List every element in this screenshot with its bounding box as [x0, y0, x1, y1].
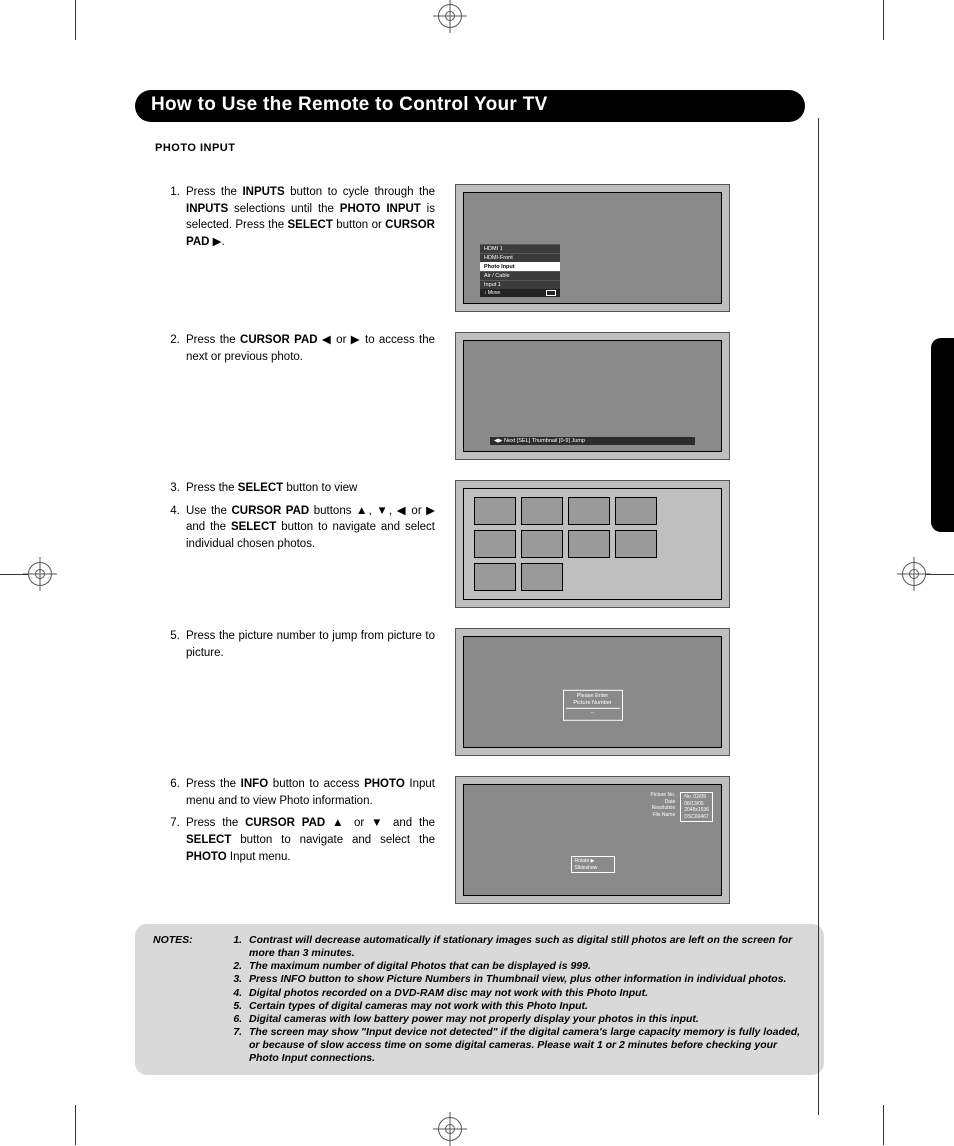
- menu-item-selected: Photo Input: [480, 262, 560, 271]
- menu-option: Slideshow: [575, 865, 611, 872]
- triangle-right-icon: ▶: [213, 234, 222, 251]
- box-icon: [546, 290, 556, 296]
- thumbnail: [474, 497, 516, 525]
- dialog-value: --: [566, 708, 620, 717]
- menu-item: HDMI 1: [480, 244, 560, 253]
- text-bold: INPUTS: [242, 186, 284, 198]
- text: button to cycle through the: [285, 186, 435, 198]
- menu-item: Air / Cable: [480, 271, 560, 280]
- note-item: Digital photos recorded on a DVD-RAM dis…: [245, 987, 806, 1000]
- text-bold: PHOTO: [364, 778, 405, 790]
- notes-label: NOTES:: [153, 934, 225, 1065]
- info-label: File Name: [651, 812, 676, 819]
- edge-tab: [931, 338, 954, 532]
- notes-box: NOTES: Contrast will decrease automatica…: [135, 924, 824, 1075]
- thumbnail: [474, 530, 516, 558]
- step-1: Press the INPUTS button to cycle through…: [183, 184, 435, 251]
- thumbnail: [615, 497, 657, 525]
- section-heading: PHOTO INPUT: [155, 142, 884, 154]
- page-title: How to Use the Remote to Control Your TV: [135, 90, 805, 122]
- crop-mark: [0, 574, 28, 575]
- info-label: Picture No.: [651, 792, 676, 799]
- text-bold: INFO: [241, 778, 268, 790]
- crop-mark: [926, 574, 954, 575]
- text: ▲ or ▼ and the: [325, 817, 435, 829]
- text: Press the: [186, 778, 241, 790]
- step-2: Press the CURSOR PAD ◀ or ▶ to access th…: [183, 332, 435, 365]
- thumbnail-grid: [474, 497, 684, 591]
- text-bold: CURSOR PAD: [240, 334, 318, 346]
- step-5: Press the picture number to jump from pi…: [183, 628, 435, 661]
- text: selections until the: [228, 203, 340, 215]
- note-item: Certain types of digital cameras may not…: [245, 1000, 806, 1013]
- thumbnail: [568, 497, 610, 525]
- registration-mark-icon: [28, 562, 52, 586]
- nav-hint-text: ◀▶ Next [SEL] Thumbnail [0-9] Jump: [494, 438, 585, 444]
- thumbnail: [615, 530, 657, 558]
- text: Press the: [186, 334, 240, 346]
- nav-hint-bar: ◀▶ Next [SEL] Thumbnail [0-9] Jump: [490, 437, 695, 445]
- step-4: Use the CURSOR PAD buttons ▲, ▼, ◀ or ▶ …: [183, 503, 435, 553]
- note-item: Press INFO button to show Picture Number…: [245, 973, 806, 986]
- note-item: The maximum number of digital Photos tha…: [245, 960, 806, 973]
- dialog-text: Please Enter: [566, 693, 620, 700]
- step-6: Press the INFO button to access PHOTO In…: [183, 776, 435, 809]
- text-bold: SELECT: [231, 521, 276, 533]
- registration-mark-icon: [902, 562, 926, 586]
- info-value: No. 02/09: [684, 794, 709, 801]
- text-bold: PHOTO: [186, 851, 227, 863]
- thumbnail: [521, 497, 563, 525]
- note-item: Digital cameras with low battery power m…: [245, 1013, 806, 1026]
- tv-screen-info: Picture No. Date Resolution File Name No…: [455, 776, 730, 904]
- text: .: [222, 236, 225, 248]
- text: Press the: [186, 482, 238, 494]
- picture-number-dialog: Please Enter Picture Number --: [563, 690, 623, 720]
- photo-menu: Rotate ▶ Slideshow: [571, 856, 615, 873]
- text: Use the: [186, 505, 231, 517]
- thumbnail: [521, 563, 563, 591]
- tv-screen-picture-number: Please Enter Picture Number --: [455, 628, 730, 756]
- text-bold: SELECT: [288, 219, 333, 231]
- note-item: The screen may show "Input device not de…: [245, 1026, 806, 1065]
- photo-info-block: Picture No. Date Resolution File Name No…: [651, 792, 713, 822]
- menu-item: HDMI-Front: [480, 253, 560, 262]
- menu-item: Input 1: [480, 280, 560, 289]
- thumbnail: [474, 563, 516, 591]
- tv-screen-input-menu: HDMI 1 HDMI-Front Photo Input Air / Cabl…: [455, 184, 730, 312]
- note-item: Contrast will decrease automatically if …: [245, 934, 806, 960]
- step-7: Press the CURSOR PAD ▲ or ▼ and the SELE…: [183, 815, 435, 865]
- input-menu: HDMI 1 HDMI-Front Photo Input Air / Cabl…: [480, 244, 560, 297]
- tv-screen-thumbnails: [455, 480, 730, 608]
- tv-screen-photo-view: ◀▶ Next [SEL] Thumbnail [0-9] Jump: [455, 332, 730, 460]
- text-bold: SELECT: [186, 834, 231, 846]
- text: button to navigate and select the: [231, 834, 435, 846]
- text: button or: [333, 219, 385, 231]
- text: button to access: [268, 778, 364, 790]
- text-bold: CURSOR PAD: [245, 817, 325, 829]
- info-value: 2048x1536: [684, 807, 709, 814]
- menu-hint: ↕ Move: [484, 290, 500, 296]
- text: Press the: [186, 186, 242, 198]
- step-3: Press the SELECT button to view: [183, 480, 435, 497]
- menu-footer: ↕ Move: [480, 289, 560, 297]
- text-bold: PHOTO INPUT: [340, 203, 421, 215]
- thumbnail: [521, 530, 563, 558]
- text: Press the: [186, 817, 245, 829]
- text-bold: SELECT: [238, 482, 283, 494]
- info-label: Resolution: [651, 805, 676, 812]
- dialog-text: Picture Number: [566, 700, 620, 707]
- info-value: DSC00467: [684, 814, 709, 821]
- text-bold: INPUTS: [186, 203, 228, 215]
- vertical-rule: [818, 118, 819, 1115]
- thumbnail: [568, 530, 610, 558]
- text: button to view: [283, 482, 357, 494]
- text-bold: CURSOR PAD: [231, 505, 309, 517]
- text: Input menu.: [227, 851, 291, 863]
